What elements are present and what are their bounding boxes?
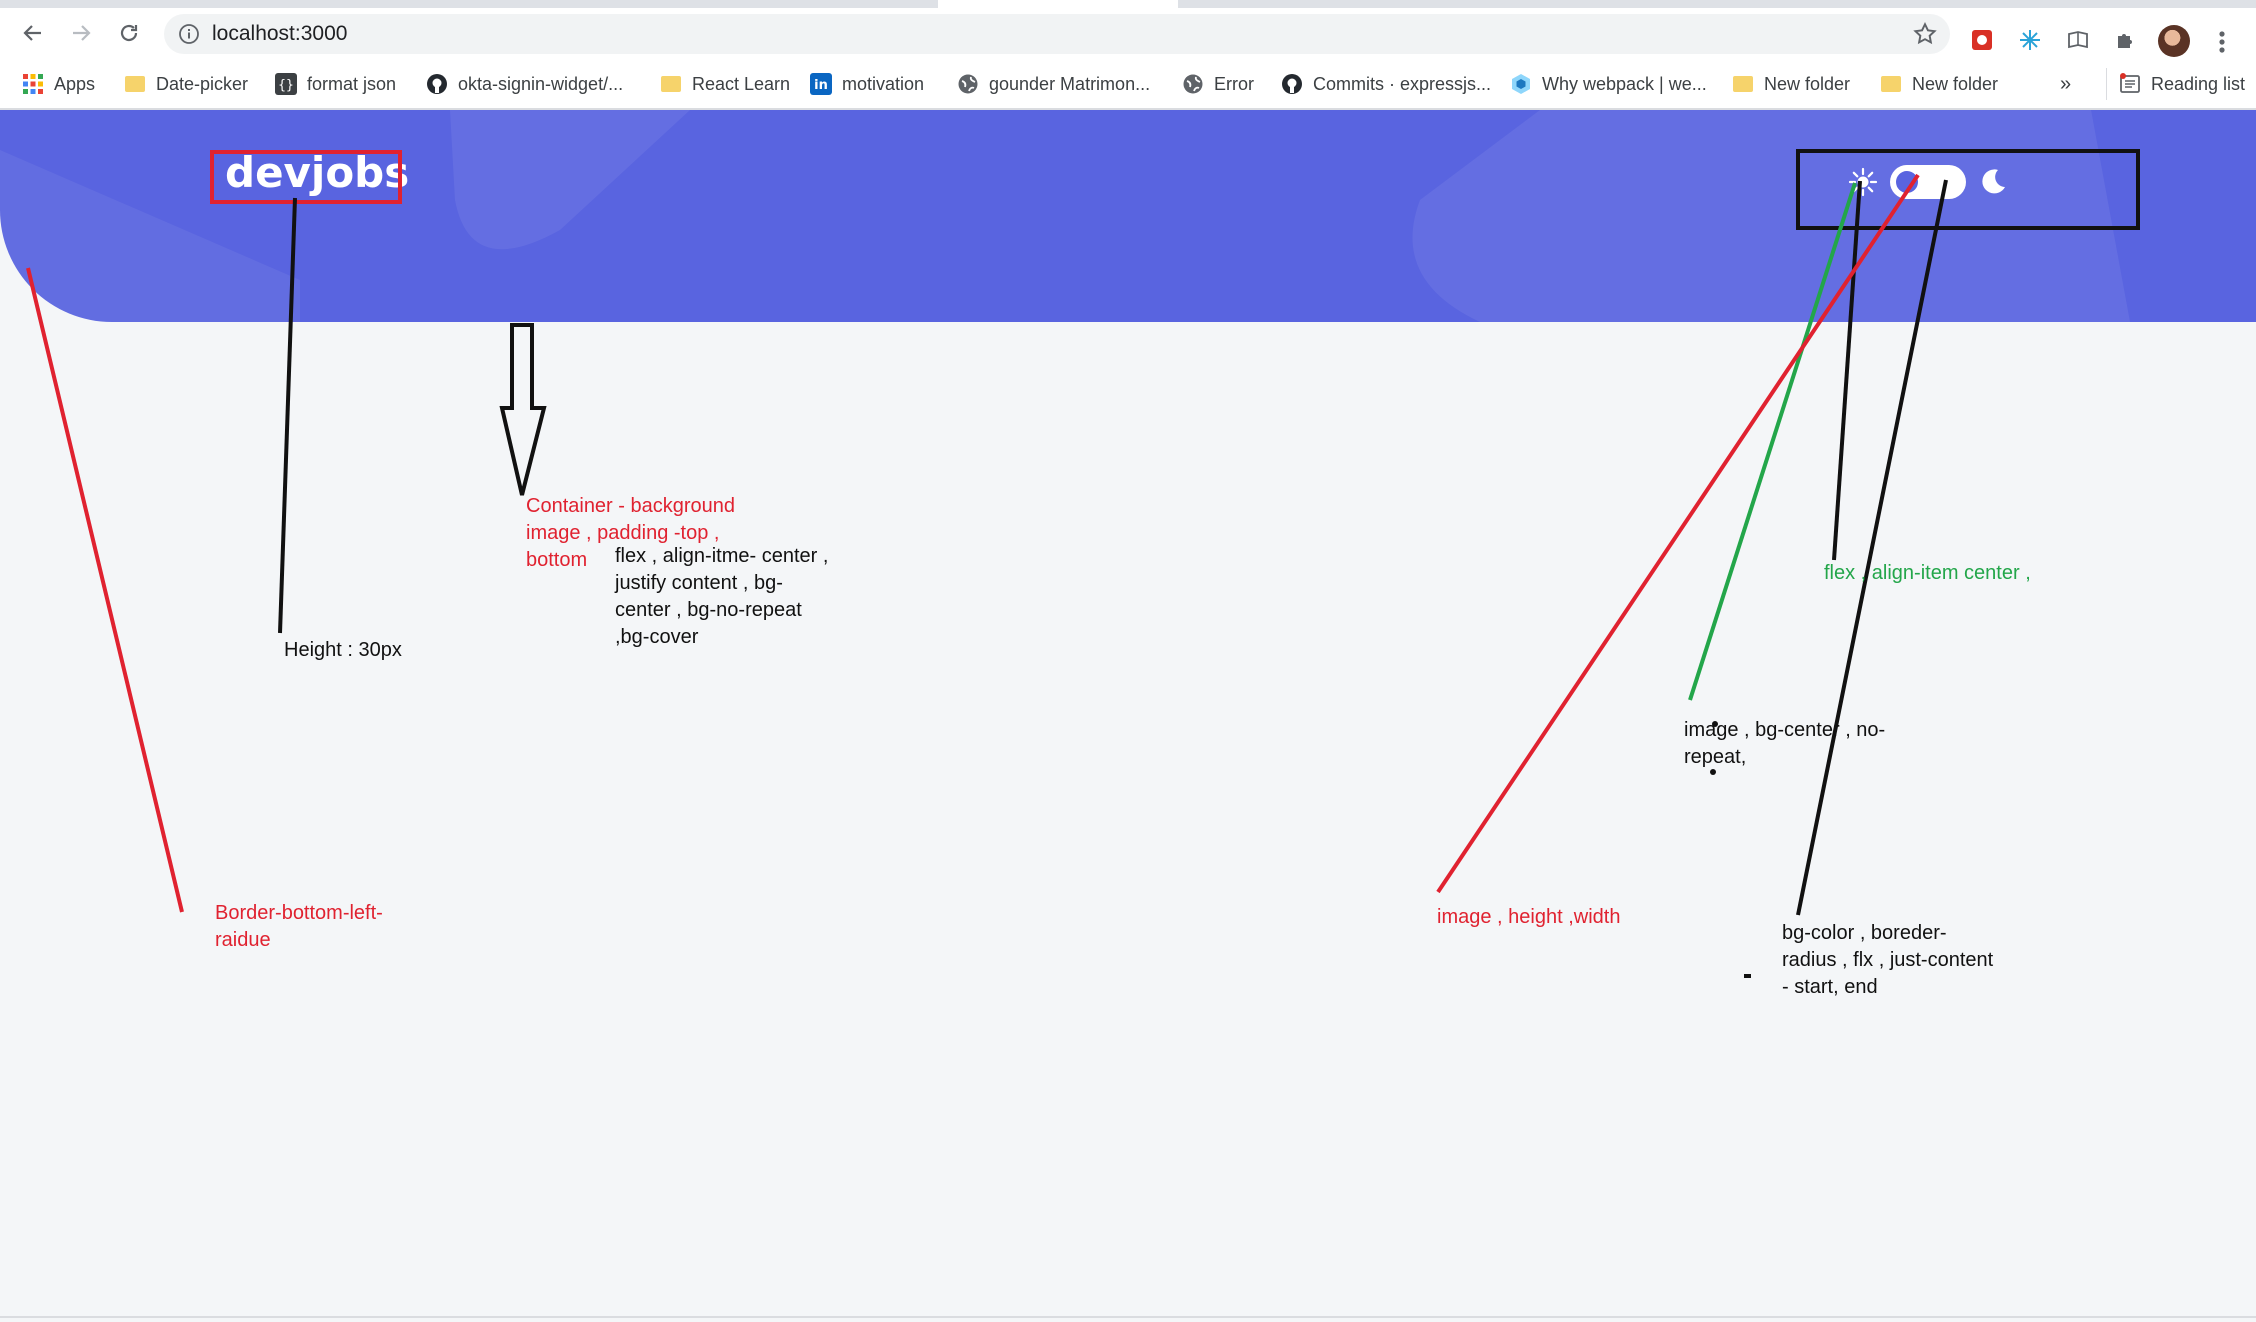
json-braces-icon: {}: [275, 73, 297, 95]
bookmark-label: New folder: [1764, 73, 1851, 94]
theme-switch: [1848, 165, 2008, 199]
folder-icon: [1880, 73, 1902, 95]
reading-list-button[interactable]: Reading list: [2106, 68, 2245, 100]
info-icon[interactable]: [178, 23, 200, 45]
sun-icon: [1848, 167, 1878, 197]
bookmark-label: motivation: [842, 73, 925, 94]
reading-list-icon: [2119, 73, 2141, 95]
reading-list-label: Reading list: [2151, 73, 2246, 94]
bookmark-apps[interactable]: Apps: [22, 68, 95, 100]
reload-button[interactable]: [112, 16, 146, 50]
bookmark-star-icon[interactable]: [1912, 21, 1938, 47]
bookmark-label: Apps: [54, 73, 96, 94]
svg-text:in: in: [814, 78, 828, 93]
note-container: Container - background image , padding -…: [526, 495, 736, 571]
bookmark-why-webpack[interactable]: Why webpack | we...: [1510, 68, 1707, 100]
bookmark-error[interactable]: Error: [1182, 68, 1254, 100]
bookmark-label: Commits · expressjs...: [1313, 73, 1492, 94]
note-track: bg-color , boreder- radius , flx , just-…: [1782, 922, 1994, 998]
folder-icon: [1732, 73, 1754, 95]
extension-book-icon[interactable]: [2064, 26, 2092, 54]
note-container-flex: flex , align-itme- center , justify cont…: [615, 545, 829, 648]
browser-chrome: localhost:3000 Apps Date-picker {} forma…: [0, 0, 2256, 110]
annotation-dot: [1712, 721, 1718, 727]
bookmark-label: gounder Matrimon...: [989, 73, 1151, 94]
arrow-right-icon: [73, 25, 91, 41]
note-border-radius: Border-bottom-left- raidue: [215, 902, 383, 951]
globe-icon: [957, 73, 979, 95]
bookmarks-bar: Apps Date-picker {} format json okta-sig…: [0, 64, 2256, 104]
bookmark-commits-expressjs[interactable]: Commits · expressjs...: [1281, 68, 1491, 100]
page-bottom-edge: [0, 1316, 2256, 1318]
tab-strip: [0, 0, 2256, 8]
forward-button[interactable]: [64, 16, 98, 50]
devjobs-logo[interactable]: devjobs: [225, 148, 409, 197]
profile-avatar[interactable]: [2158, 25, 2190, 57]
bookmark-label: New folder: [1912, 73, 1999, 94]
down-arrow: [499, 323, 547, 496]
github-icon: [426, 73, 448, 95]
note-knob-image: image , height ,width: [1437, 906, 1621, 928]
webpack-icon: [1510, 73, 1532, 95]
bookmark-label: Error: [1214, 73, 1254, 94]
bookmark-label: Why webpack | we...: [1542, 73, 1707, 94]
bookmark-label: format json: [307, 73, 397, 94]
url-text[interactable]: localhost:3000: [212, 22, 347, 46]
svg-text:{}: {}: [278, 78, 294, 93]
annotation-dot: [1744, 974, 1751, 978]
github-icon: [1281, 73, 1303, 95]
address-bar[interactable]: localhost:3000: [164, 14, 1950, 54]
bookmark-label: React Learn: [692, 73, 791, 94]
back-button[interactable]: [16, 16, 50, 50]
note-icon-image: image , bg-center , no- repeat,: [1684, 719, 1886, 768]
site-header: devjobs: [0, 110, 2256, 322]
bookmark-gounder-matrimony[interactable]: gounder Matrimon...: [957, 68, 1150, 100]
note-toggle-flex: flex , align-item center ,: [1824, 562, 2031, 584]
folder-icon: [124, 73, 146, 95]
border-radius-pointer: [26, 267, 184, 913]
bookmark-label: Date-picker: [156, 73, 249, 94]
moon-icon: [1982, 169, 2005, 194]
extensions-puzzle-icon[interactable]: [2112, 26, 2140, 54]
theme-toggle[interactable]: [1890, 165, 1966, 199]
globe-icon: [1182, 73, 1204, 95]
reload-icon: [120, 24, 138, 42]
note-logo-height: Height : 30px: [284, 639, 402, 661]
bookmark-okta-signin-widget[interactable]: okta-signin-widget/...: [426, 68, 623, 100]
extension-snowflake-icon[interactable]: [2016, 26, 2044, 54]
linkedin-icon: in: [810, 73, 832, 95]
bookmark-date-picker[interactable]: Date-picker: [124, 68, 248, 100]
annotation-dot: [1710, 769, 1716, 775]
bookmark-new-folder-2[interactable]: New folder: [1880, 68, 1998, 100]
apps-grid-icon: [22, 73, 44, 95]
bookmarks-overflow-button[interactable]: »: [2060, 68, 2071, 100]
folder-icon: [660, 73, 682, 95]
bookmark-new-folder-1[interactable]: New folder: [1732, 68, 1850, 100]
bookmark-motivation[interactable]: in motivation: [810, 68, 924, 100]
bookmark-react-learn[interactable]: React Learn: [660, 68, 790, 100]
browser-toolbar: localhost:3000: [0, 8, 2256, 57]
extension-red-icon[interactable]: [1968, 26, 1996, 54]
toggle-knob[interactable]: [1896, 171, 1918, 193]
header-pattern: [0, 110, 2130, 322]
more-menu-icon[interactable]: [2212, 28, 2232, 56]
active-tab[interactable]: [938, 0, 1178, 8]
arrow-left-icon: [23, 25, 41, 41]
bookmark-format-json[interactable]: {} format json: [275, 68, 396, 100]
bookmark-label: okta-signin-widget/...: [458, 73, 624, 94]
